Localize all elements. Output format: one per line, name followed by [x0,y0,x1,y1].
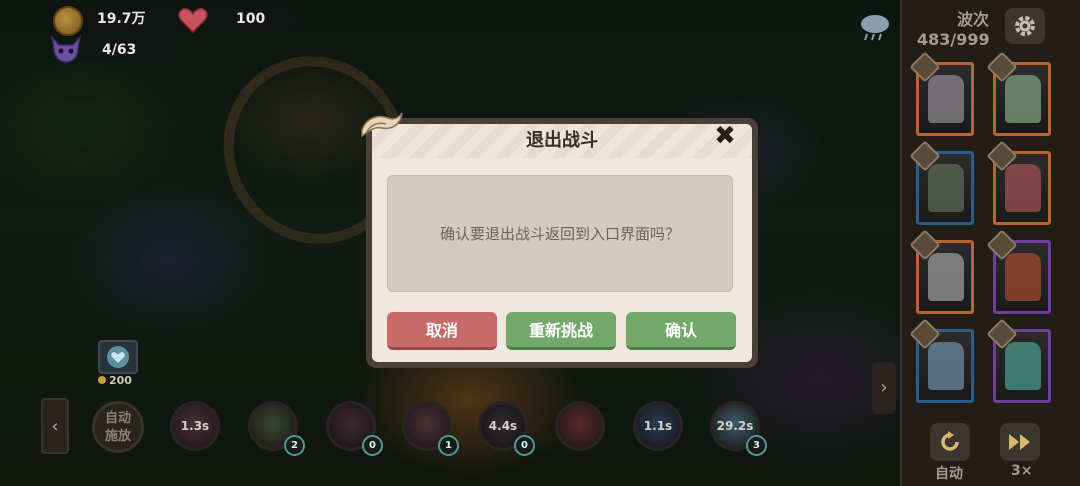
hero-portrait [1005,342,1041,390]
hero-portrait [1005,164,1041,212]
close-button[interactable]: ✖ [712,123,738,149]
speed-button[interactable] [1000,423,1040,461]
retry-button[interactable]: 重新挑战 [506,312,616,350]
gear-icon [1015,16,1035,36]
fast-forward-icon [1009,434,1030,450]
hero-portrait [928,75,964,123]
wave-count: 483/999 [917,30,990,49]
hero-portrait [928,342,964,390]
modal-overlay: 退出战斗 ✖ 确认要退出战斗返回到入口界面吗？ 取消 重新挑战 确认 [0,0,900,486]
dialog-title: 退出战斗 [526,130,598,151]
auto-battle-button[interactable] [930,423,970,461]
scroll-ornament-icon [361,112,403,138]
close-icon: ✖ [714,121,736,151]
hero-portrait [928,253,964,301]
auto-battle-label: 自动 [935,466,963,482]
wave-label: 波次 [957,10,990,29]
settings-button[interactable] [1005,8,1045,44]
speed-label: 3× [1011,463,1033,479]
hero-portrait [928,164,964,212]
hero-portrait [1005,253,1041,301]
refresh-icon [941,431,959,451]
exit-battle-dialog: 退出战斗 ✖ 确认要退出战斗返回到入口界面吗？ 取消 重新挑战 确认 [366,118,758,368]
hero-portrait [1005,75,1041,123]
dialog-message: 确认要退出战斗返回到入口界面吗？ [439,225,680,243]
cancel-button[interactable]: 取消 [387,312,497,350]
message-box: 确认要退出战斗返回到入口界面吗？ [387,175,733,292]
confirm-button[interactable]: 确认 [626,312,736,350]
